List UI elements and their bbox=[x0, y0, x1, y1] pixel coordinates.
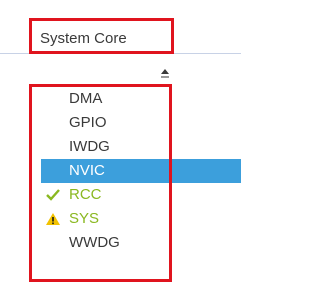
list-item-label: NVIC bbox=[69, 162, 105, 179]
list-item-nvic[interactable]: NVIC bbox=[41, 159, 241, 183]
list-item-label: SYS bbox=[69, 210, 100, 227]
list-item-sys[interactable]: SYS bbox=[41, 207, 241, 231]
list-item-wwdg[interactable]: WWDG bbox=[41, 231, 241, 255]
list-item-dma[interactable]: DMA bbox=[41, 87, 241, 111]
list-item-rcc[interactable]: RCC bbox=[41, 183, 241, 207]
warning-icon bbox=[46, 213, 60, 225]
list-item-iwdg[interactable]: IWDG bbox=[41, 135, 241, 159]
sort-ascending-icon[interactable] bbox=[160, 68, 170, 80]
list-item-label: WWDG bbox=[69, 234, 120, 251]
list-item-label: GPIO bbox=[69, 114, 107, 131]
peripheral-list: DMA GPIO IWDG NVIC RCC SYS WWDG bbox=[41, 87, 241, 255]
list-item-gpio[interactable]: GPIO bbox=[41, 111, 241, 135]
list-item-label: RCC bbox=[69, 186, 102, 203]
check-icon bbox=[46, 189, 60, 201]
list-item-label: DMA bbox=[69, 90, 103, 107]
peripheral-tree-panel: System Core DMA GPIO IWDG NVIC RCC SYS W… bbox=[0, 0, 241, 298]
annotation-box-category bbox=[29, 18, 174, 54]
list-item-label: IWDG bbox=[69, 138, 110, 155]
